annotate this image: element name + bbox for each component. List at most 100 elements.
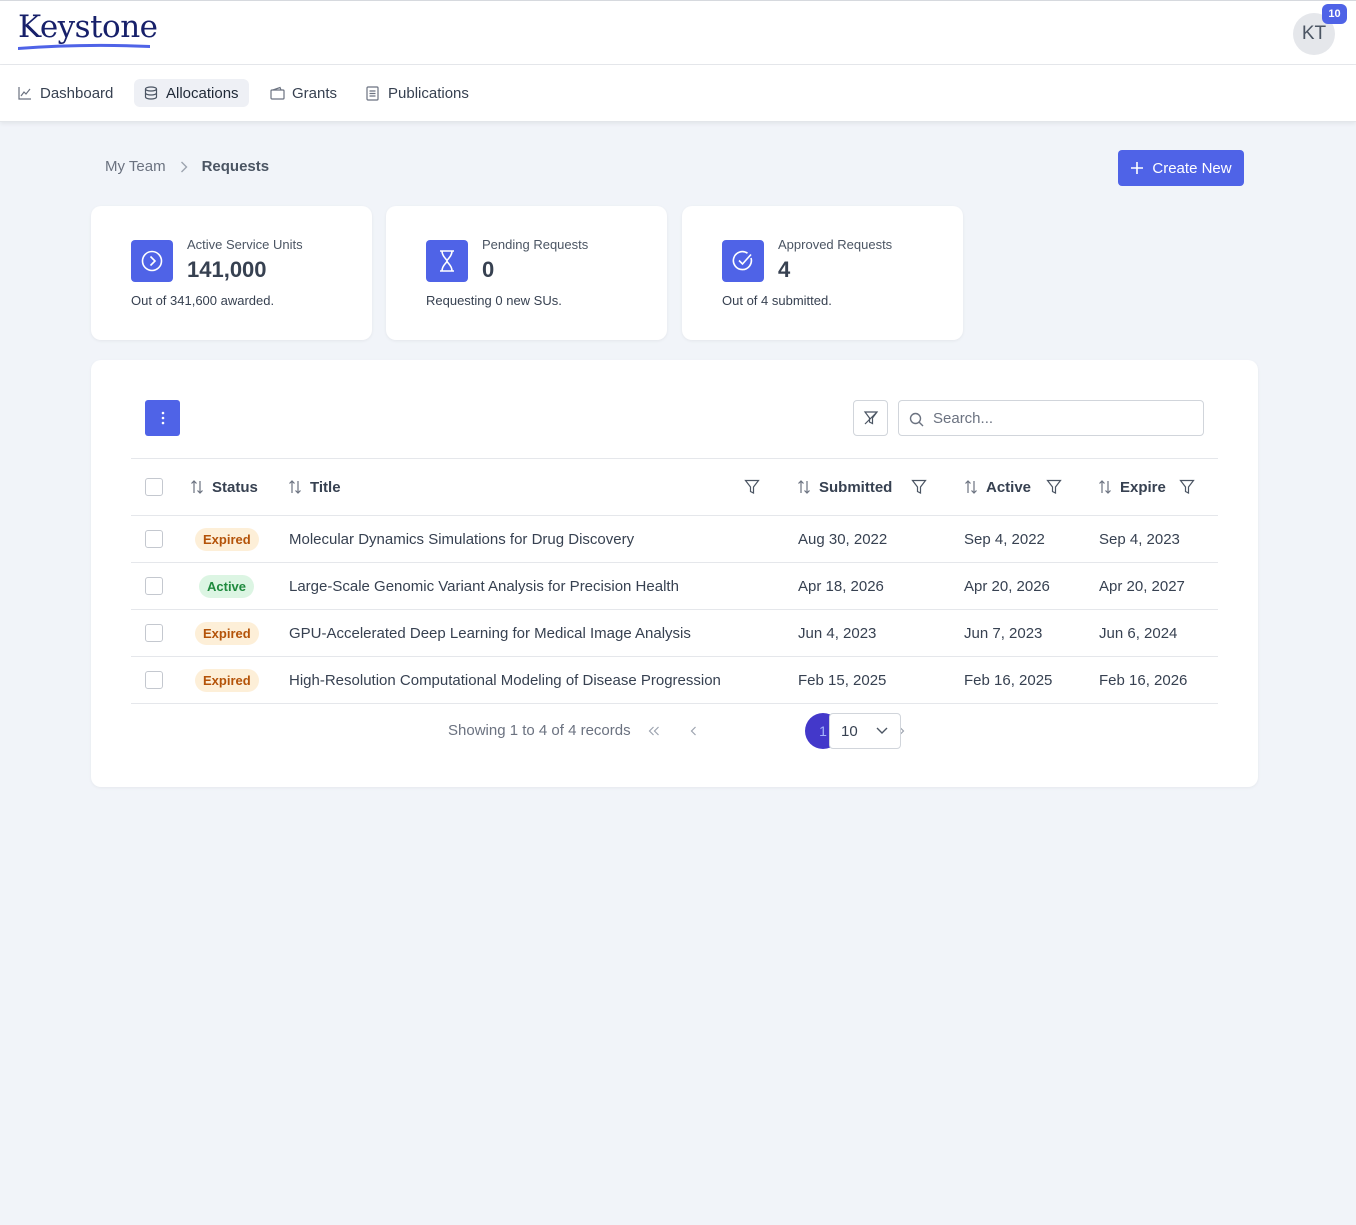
row-expire: Jun 6, 2024	[1099, 624, 1178, 642]
vertical-dots-icon	[161, 411, 164, 425]
stat-label: Active Service Units	[187, 237, 303, 252]
row-active: Jun 7, 2023	[964, 624, 1043, 642]
nav-item-publications[interactable]: Publications	[356, 79, 479, 107]
row-expire: Sep 4, 2023	[1099, 530, 1180, 548]
document-icon	[366, 86, 379, 101]
column-header-active[interactable]: Active	[964, 459, 1031, 515]
stat-subtext: Out of 341,600 awarded.	[131, 293, 275, 308]
breadcrumb: My Team Requests	[105, 158, 269, 175]
sort-icon	[191, 480, 203, 494]
row-checkbox[interactable]	[145, 577, 163, 595]
row-checkbox[interactable]	[145, 671, 163, 689]
database-icon	[144, 86, 158, 100]
select-all-checkbox[interactable]	[145, 478, 163, 496]
row-active: Feb 16, 2025	[964, 671, 1053, 689]
row-expire: Feb 16, 2026	[1099, 671, 1188, 689]
first-page-button[interactable]	[636, 713, 672, 749]
pagination-summary: Showing 1 to 4 of 4 records	[448, 722, 631, 739]
stat-label: Pending Requests	[482, 237, 589, 252]
row-title: GPU-Accelerated Deep Learning for Medica…	[289, 624, 691, 642]
row-submitted: Jun 4, 2023	[798, 624, 877, 642]
clear-filters-button[interactable]	[853, 400, 888, 436]
requests-table-panel: Status Title Submitted Active Expire	[91, 360, 1258, 787]
stat-value: 4	[778, 257, 791, 282]
create-new-button[interactable]: Create New	[1118, 150, 1244, 186]
row-title: Large-Scale Genomic Variant Analysis for…	[289, 577, 679, 595]
chevron-left-icon	[690, 726, 696, 736]
stat-value: 0	[482, 257, 495, 282]
submitted-filter-icon[interactable]	[911, 479, 927, 495]
main-nav: Dashboard Allocations Grants Publication…	[0, 65, 1356, 122]
table-options-button[interactable]	[145, 400, 180, 436]
select-all-cell	[145, 459, 163, 515]
status-badge: Expired	[195, 621, 259, 645]
sort-icon	[1099, 480, 1111, 494]
row-checkbox[interactable]	[145, 530, 163, 548]
search-box	[898, 400, 1204, 436]
active-filter-icon[interactable]	[1046, 479, 1062, 495]
sort-icon	[965, 480, 977, 494]
row-submitted: Aug 30, 2022	[798, 530, 888, 548]
stat-subtext: Out of 4 submitted.	[722, 293, 832, 308]
status-badge: Active	[199, 574, 255, 598]
chevron-down-icon	[876, 727, 888, 734]
expire-filter-icon[interactable]	[1179, 479, 1195, 495]
previous-page-button[interactable]	[675, 713, 711, 749]
nav-item-grants[interactable]: Grants	[260, 79, 347, 107]
column-header-submitted[interactable]: Submitted	[797, 459, 892, 515]
row-submitted: Feb 15, 2025	[798, 671, 887, 689]
column-header-expire[interactable]: Expire	[1098, 459, 1166, 515]
breadcrumb-requests: Requests	[201, 158, 270, 175]
create-new-label: Create New	[1152, 159, 1232, 177]
logo[interactable]: Keystone	[18, 9, 158, 45]
nav-item-allocations[interactable]: Allocations	[134, 79, 249, 107]
requests-table: Status Title Submitted Active Expire Exp…	[131, 458, 1218, 704]
stat-card-pending-requests: Pending Requests 0 Requesting 0 new SUs.	[386, 206, 667, 340]
row-checkbox[interactable]	[145, 624, 163, 642]
column-header-status[interactable]: Status	[190, 459, 258, 515]
table-row[interactable]: Expired Molecular Dynamics Simulations f…	[131, 516, 1218, 563]
hourglass-icon	[426, 240, 468, 282]
sort-icon	[798, 480, 810, 494]
plus-icon	[1131, 162, 1144, 174]
chart-line-icon	[18, 87, 31, 100]
chevron-right-icon	[180, 161, 188, 173]
notification-badge: 10	[1322, 4, 1347, 24]
row-title: High-Resolution Computational Modeling o…	[289, 671, 721, 689]
stat-label: Approved Requests	[778, 237, 893, 252]
stat-card-active-units: Active Service Units 141,000 Out of 341,…	[91, 206, 372, 340]
stat-subtext: Requesting 0 new SUs.	[426, 293, 562, 308]
double-chevron-left-icon	[648, 726, 659, 736]
nav-label: Grants	[292, 84, 338, 102]
table-row[interactable]: Active Large-Scale Genomic Variant Analy…	[131, 563, 1218, 610]
logo-swoosh-icon	[18, 43, 150, 50]
search-input[interactable]	[933, 401, 1195, 435]
page-size-value: 10	[841, 723, 858, 740]
sort-icon	[289, 480, 301, 494]
row-active: Sep 4, 2022	[964, 530, 1045, 548]
status-badge: Expired	[195, 668, 259, 692]
row-active: Apr 20, 2026	[964, 577, 1050, 595]
check-circle-icon	[722, 240, 764, 282]
row-expire: Apr 20, 2027	[1099, 577, 1185, 595]
row-title: Molecular Dynamics Simulations for Drug …	[289, 530, 635, 548]
nav-label: Publications	[388, 84, 469, 102]
nav-item-dashboard[interactable]: Dashboard	[8, 79, 123, 107]
column-header-title[interactable]: Title	[288, 459, 341, 515]
nav-label: Dashboard	[40, 84, 114, 102]
wallet-icon	[270, 86, 285, 100]
title-filter-icon[interactable]	[744, 479, 760, 495]
status-badge: Expired	[195, 527, 259, 551]
stat-card-approved-requests: Approved Requests 4 Out of 4 submitted.	[682, 206, 963, 340]
page-size-select[interactable]: 10	[829, 713, 901, 749]
top-bar: Keystone KT 10	[0, 0, 1356, 65]
nav-label: Allocations	[166, 84, 239, 102]
chevron-right-circle-icon	[131, 240, 173, 282]
breadcrumb-my-team[interactable]: My Team	[105, 158, 166, 175]
row-submitted: Apr 18, 2026	[798, 577, 884, 595]
filter-slash-icon	[863, 411, 878, 425]
search-icon	[909, 412, 924, 427]
table-row[interactable]: Expired High-Resolution Computational Mo…	[131, 657, 1218, 704]
table-header-row: Status Title Submitted Active Expire	[131, 458, 1218, 516]
table-row[interactable]: Expired GPU-Accelerated Deep Learning fo…	[131, 610, 1218, 657]
